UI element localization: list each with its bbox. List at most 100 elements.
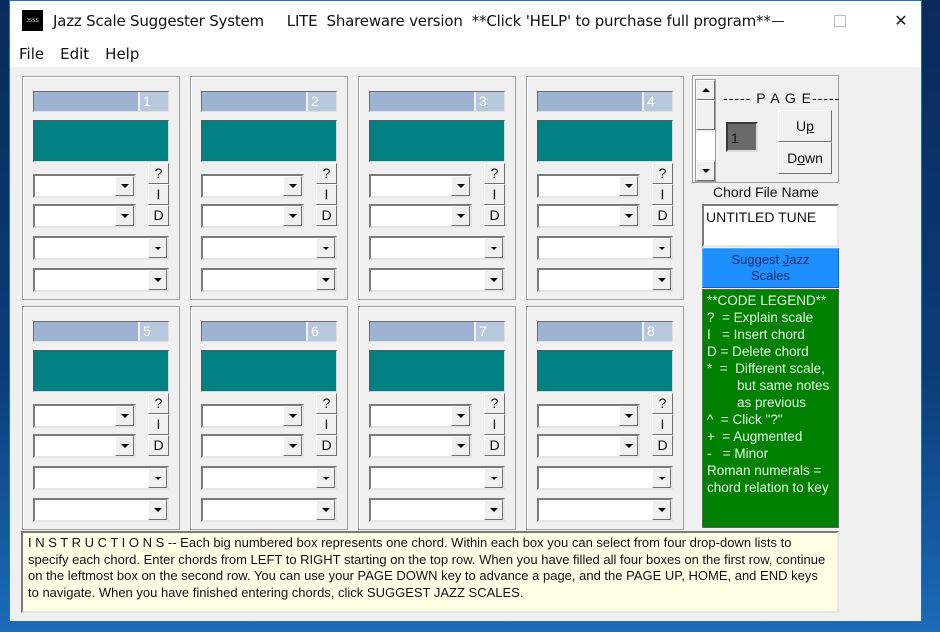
explain-scale-button[interactable]: ? [148, 393, 169, 414]
menu-file[interactable]: File [19, 45, 44, 63]
menu-edit[interactable]: Edit [60, 45, 89, 63]
chord-root-dropdown[interactable] [369, 174, 472, 198]
dropdown-button[interactable] [316, 468, 335, 488]
explain-scale-button[interactable]: ? [148, 163, 169, 184]
chord-quality-dropdown[interactable] [537, 466, 673, 490]
dropdown-button[interactable] [652, 500, 671, 520]
delete-chord-button[interactable]: D [316, 435, 337, 456]
delete-chord-button[interactable]: D [484, 435, 505, 456]
dropdown-button[interactable] [652, 270, 671, 290]
chord-accidental-dropdown[interactable] [369, 204, 472, 228]
chord-extension-dropdown[interactable] [369, 268, 505, 292]
dropdown-button[interactable] [316, 270, 335, 290]
chord-extension-dropdown[interactable] [537, 498, 673, 522]
dropdown-button[interactable] [115, 176, 134, 196]
chord-extension-dropdown[interactable] [33, 268, 169, 292]
delete-chord-button[interactable]: D [148, 205, 169, 226]
chord-root-dropdown[interactable] [201, 404, 304, 428]
chord-root-dropdown[interactable] [537, 404, 640, 428]
chord-root-dropdown[interactable] [537, 174, 640, 198]
dropdown-button[interactable] [148, 500, 167, 520]
dropdown-button[interactable] [619, 436, 638, 456]
chord-root-dropdown[interactable] [33, 174, 136, 198]
insert-chord-button[interactable]: I [652, 414, 673, 435]
dropdown-button[interactable] [451, 436, 470, 456]
chord-quality-dropdown[interactable] [201, 236, 337, 260]
chord-quality-dropdown[interactable] [33, 466, 169, 490]
dropdown-button[interactable] [652, 468, 671, 488]
dropdown-button[interactable] [115, 436, 134, 456]
explain-scale-button[interactable]: ? [484, 393, 505, 414]
chord-quality-dropdown[interactable] [201, 466, 337, 490]
dropdown-button[interactable] [115, 406, 134, 426]
chord-extension-dropdown[interactable] [369, 498, 505, 522]
chord-root-dropdown[interactable] [33, 404, 136, 428]
chord-extension-dropdown[interactable] [201, 498, 337, 522]
chord-accidental-dropdown[interactable] [33, 204, 136, 228]
dropdown-button[interactable] [115, 206, 134, 226]
chord-quality-dropdown[interactable] [33, 236, 169, 260]
chord-accidental-dropdown[interactable] [33, 434, 136, 458]
dropdown-button[interactable] [484, 238, 503, 258]
minimize-button[interactable] [755, 1, 801, 41]
dropdown-button[interactable] [484, 468, 503, 488]
dropdown-button[interactable] [148, 468, 167, 488]
dropdown-button[interactable] [484, 500, 503, 520]
chord-accidental-dropdown[interactable] [537, 204, 640, 228]
dropdown-button[interactable] [283, 206, 302, 226]
chord-quality-dropdown[interactable] [369, 466, 505, 490]
scroll-track[interactable] [696, 132, 715, 160]
dropdown-button[interactable] [148, 238, 167, 258]
insert-chord-button[interactable]: I [316, 414, 337, 435]
close-button[interactable]: ✕ [878, 1, 924, 41]
explain-scale-button[interactable]: ? [316, 393, 337, 414]
chord-extension-dropdown[interactable] [33, 498, 169, 522]
chord-accidental-dropdown[interactable] [201, 434, 304, 458]
page-down-button[interactable]: Down [778, 142, 832, 174]
delete-chord-button[interactable]: D [148, 435, 169, 456]
insert-chord-button[interactable]: I [148, 414, 169, 435]
dropdown-button[interactable] [283, 406, 302, 426]
dropdown-button[interactable] [283, 176, 302, 196]
chord-accidental-dropdown[interactable] [537, 434, 640, 458]
dropdown-button[interactable] [619, 406, 638, 426]
maximize-button[interactable] [817, 1, 863, 41]
dropdown-button[interactable] [148, 270, 167, 290]
insert-chord-button[interactable]: I [652, 184, 673, 205]
chord-accidental-dropdown[interactable] [369, 434, 472, 458]
dropdown-button[interactable] [283, 436, 302, 456]
dropdown-button[interactable] [316, 500, 335, 520]
page-up-button[interactable]: Up [778, 110, 832, 142]
chord-quality-dropdown[interactable] [369, 236, 505, 260]
explain-scale-button[interactable]: ? [652, 393, 673, 414]
dropdown-button[interactable] [484, 270, 503, 290]
delete-chord-button[interactable]: D [652, 205, 673, 226]
dropdown-button[interactable] [316, 238, 335, 258]
insert-chord-button[interactable]: I [316, 184, 337, 205]
delete-chord-button[interactable]: D [484, 205, 505, 226]
chord-quality-dropdown[interactable] [537, 236, 673, 260]
scroll-down-button[interactable] [696, 161, 715, 181]
dropdown-button[interactable] [619, 206, 638, 226]
scroll-thumb[interactable] [696, 100, 715, 130]
explain-scale-button[interactable]: ? [652, 163, 673, 184]
dropdown-button[interactable] [652, 238, 671, 258]
chord-file-name-input[interactable]: UNTITLED TUNE [702, 204, 839, 247]
explain-scale-button[interactable]: ? [316, 163, 337, 184]
menu-help[interactable]: Help [105, 45, 139, 63]
scroll-up-button[interactable] [696, 80, 715, 100]
dropdown-button[interactable] [619, 176, 638, 196]
delete-chord-button[interactable]: D [316, 205, 337, 226]
dropdown-button[interactable] [451, 176, 470, 196]
insert-chord-button[interactable]: I [484, 184, 505, 205]
chord-accidental-dropdown[interactable] [201, 204, 304, 228]
explain-scale-button[interactable]: ? [484, 163, 505, 184]
chord-root-dropdown[interactable] [201, 174, 304, 198]
delete-chord-button[interactable]: D [652, 435, 673, 456]
chord-root-dropdown[interactable] [369, 404, 472, 428]
chord-extension-dropdown[interactable] [201, 268, 337, 292]
insert-chord-button[interactable]: I [484, 414, 505, 435]
chord-extension-dropdown[interactable] [537, 268, 673, 292]
dropdown-button[interactable] [451, 406, 470, 426]
page-scrollbar[interactable] [695, 79, 716, 182]
